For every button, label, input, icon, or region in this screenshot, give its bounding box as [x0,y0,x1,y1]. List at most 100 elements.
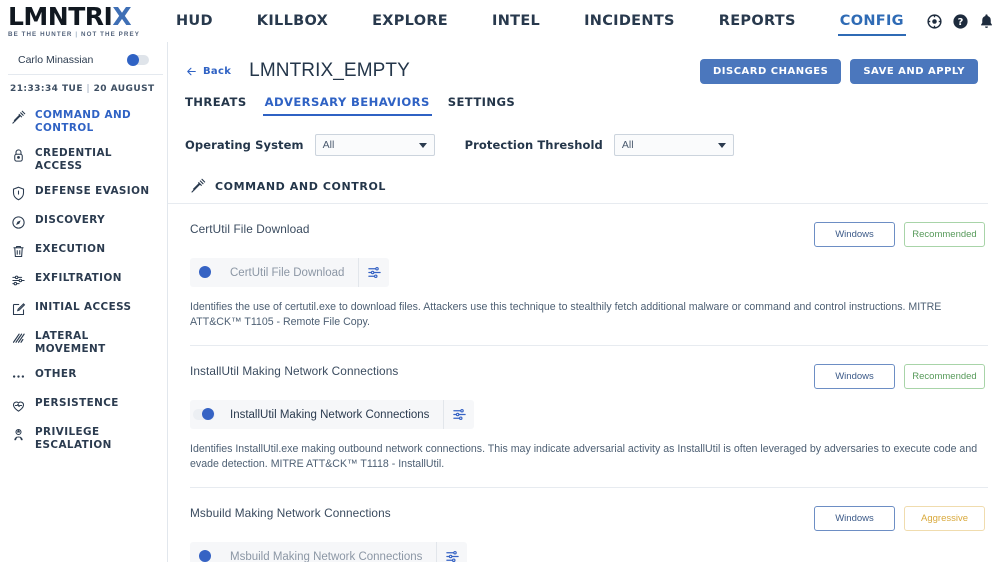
behavior-enable-toggle[interactable] [190,409,220,420]
operating-system-select[interactable]: All [315,134,435,156]
behavior-toggle-pill: Msbuild Making Network Connections [190,542,467,562]
sidebar-item-exfiltration[interactable]: EXFILTRATION [0,265,167,294]
behavior-enable-toggle[interactable] [190,551,220,562]
nav-item-hud[interactable]: HUD [154,0,235,42]
brand-logo[interactable]: LMNTRIX BE THE HUNTER | NOT THE PREY [0,0,140,42]
nav-item-reports[interactable]: REPORTS [697,0,818,42]
nav-item-explore[interactable]: EXPLORE [350,0,470,42]
nav-item-incidents[interactable]: INCIDENTS [562,0,697,42]
sidebar-item-discovery[interactable]: DISCOVERY [0,207,167,236]
sliders-icon [10,272,26,288]
brand-name-x: X [112,5,131,29]
arrow-left-icon [185,65,198,78]
behavior-badges: Windows Aggressive [814,506,988,531]
lock-icon [10,147,26,163]
sidebar-item-persistence[interactable]: PERSISTENCE [0,390,167,419]
clock-day: TUE [62,84,83,94]
brand-tagline: BE THE HUNTER | NOT THE PREY [8,31,140,38]
level-badge[interactable]: Aggressive [904,506,985,531]
behavior-toggle-label: InstallUtil Making Network Connections [220,409,443,421]
behavior-enable-toggle[interactable] [190,267,220,278]
save-and-apply-button[interactable]: SAVE AND APPLY [850,59,978,84]
brand-name-text: LMNTRI [8,5,112,29]
filter-bar: Operating System All Protection Threshol… [168,116,1000,156]
behavior-toggle-pill: InstallUtil Making Network Connections [190,400,474,429]
behavior-name: Msbuild Making Network Connections [190,506,391,520]
bell-icon[interactable] [978,13,995,30]
sidebar-item-initial-access[interactable]: INITIAL ACCESS [0,294,167,323]
edit-icon [10,301,26,317]
tab-adversary-behaviors[interactable]: ADVERSARY BEHAVIORS [256,95,439,116]
back-button[interactable]: Back [185,65,231,78]
sidebar-item-command-and-control[interactable]: COMMAND AND CONTROL [0,102,167,140]
tagline-right: NOT THE PREY [81,31,140,38]
sidebar-label-exfiltration: EXFILTRATION [35,271,122,285]
sidebar-item-credential-access[interactable]: CREDENTIAL ACCESS [0,140,167,178]
help-icon[interactable]: ? [952,13,969,30]
person-star-icon [10,426,26,442]
sidebar-item-lateral-movement[interactable]: LATERAL MOVEMENT [0,323,167,361]
sidebar-item-other[interactable]: OTHER [0,361,167,390]
behavior-settings-icon[interactable] [443,400,474,429]
level-badge[interactable]: Recommended [904,222,985,247]
user-status-toggle[interactable] [127,55,149,65]
top-bar: LMNTRIX BE THE HUNTER | NOT THE PREY HUD… [0,0,1000,42]
sidebar-label-defense-evasion: DEFENSE EVASION [35,184,149,198]
os-badge[interactable]: Windows [814,364,895,389]
tab-settings[interactable]: SETTINGS [439,95,524,116]
nav-item-killbox[interactable]: KILLBOX [235,0,350,42]
level-badge[interactable]: Recommended [904,364,985,389]
behavior-toggle-label: CertUtil File Download [220,267,358,279]
shield-icon [10,185,26,201]
protection-threshold-select[interactable]: All [614,134,734,156]
nav-item-intel[interactable]: INTEL [470,0,562,42]
settings-icon[interactable] [926,13,943,30]
behavior-toggle-label: Msbuild Making Network Connections [220,551,436,562]
sidebar: Carlo Minassian 21:33:34 TUE | 20 AUGUST… [0,42,168,562]
app-root: LMNTRIX BE THE HUNTER | NOT THE PREY HUD… [0,0,1000,562]
sidebar-label-execution: EXECUTION [35,242,106,256]
clock-time: 21:33:34 [10,84,58,94]
sidebar-label-privilege-escalation: PRIVILEGE ESCALATION [35,425,159,451]
sidebar-label-credential-access: CREDENTIAL ACCESS [35,146,159,172]
protection-threshold-label: Protection Threshold [465,138,603,152]
tagline-left: BE THE HUNTER [8,31,73,38]
behavior-name: CertUtil File Download [190,222,310,236]
syringe-icon [190,178,206,194]
sidebar-label-discovery: DISCOVERY [35,213,105,227]
syringe-icon [10,109,26,125]
behavior-settings-icon[interactable] [358,258,389,287]
stripes-icon [10,330,26,346]
compass-icon [10,214,26,230]
sidebar-item-defense-evasion[interactable]: DEFENSE EVASION [0,178,167,207]
behavior-badges: Windows Recommended [814,222,988,247]
discard-changes-button[interactable]: DISCARD CHANGES [700,59,841,84]
user-row: Carlo Minassian [8,50,163,75]
behavior-card: InstallUtil Making Network Connections W… [190,346,988,488]
top-navigation: HUD KILLBOX EXPLORE INTEL INCIDENTS REPO… [140,0,926,42]
behavior-list: CertUtil File Download Windows Recommend… [168,204,1000,562]
header-actions: DISCARD CHANGES SAVE AND APPLY [700,59,978,84]
clock-separator: | [87,84,90,94]
nav-item-config[interactable]: CONFIG [818,0,926,42]
chevron-down-icon [718,143,726,148]
sidebar-label-lateral-movement: LATERAL MOVEMENT [35,329,159,355]
section-header: COMMAND AND CONTROL [168,156,988,204]
behavior-card: Msbuild Making Network Connections Windo… [190,488,988,562]
behavior-settings-icon[interactable] [436,542,467,562]
sidebar-label-initial-access: INITIAL ACCESS [35,300,131,314]
protection-threshold-value: All [622,139,634,151]
behavior-card-header: CertUtil File Download Windows Recommend… [190,222,988,247]
clock-display: 21:33:34 TUE | 20 AUGUST [0,75,167,102]
os-badge[interactable]: Windows [814,222,895,247]
behavior-name: InstallUtil Making Network Connections [190,364,398,378]
page-title: LMNTRIX_EMPTY [249,60,410,82]
tab-threats[interactable]: THREATS [185,95,256,116]
sidebar-item-execution[interactable]: EXECUTION [0,236,167,265]
operating-system-label: Operating System [185,138,304,152]
behavior-card-header: InstallUtil Making Network Connections W… [190,364,988,389]
page-header: Back LMNTRIX_EMPTY DISCARD CHANGES SAVE … [168,42,1000,86]
sidebar-item-privilege-escalation[interactable]: PRIVILEGE ESCALATION [0,419,167,457]
os-badge[interactable]: Windows [814,506,895,531]
tagline-separator: | [75,31,78,38]
